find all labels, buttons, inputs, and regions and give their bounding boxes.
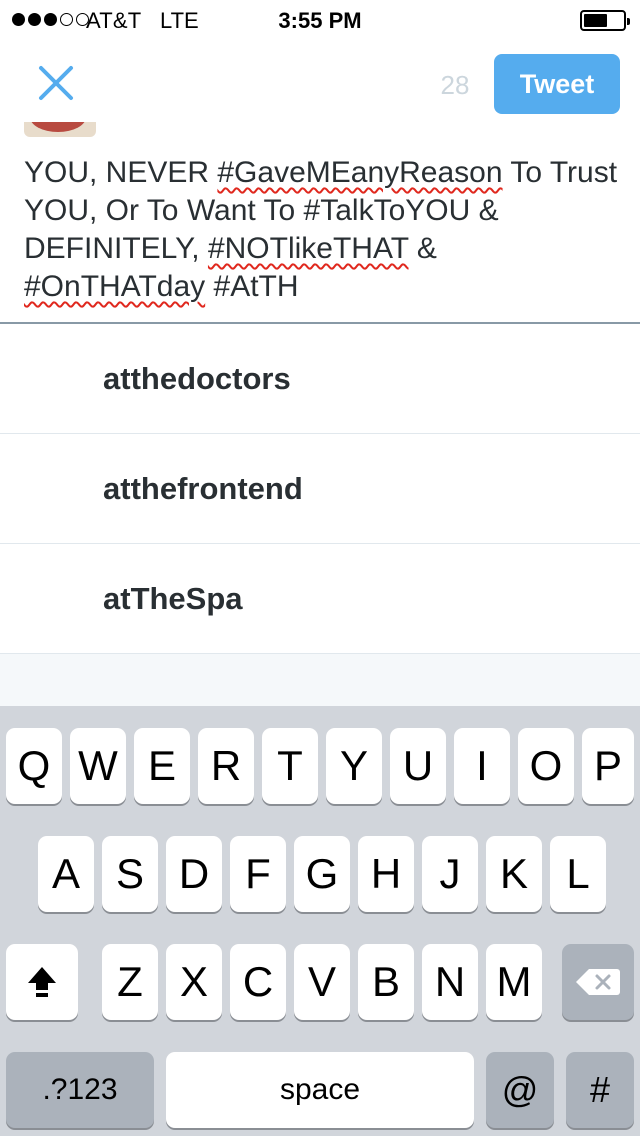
key-n[interactable]: N <box>422 944 478 1020</box>
suggestion-list-footer <box>0 654 640 706</box>
suggestion-item[interactable]: atthedoctors <box>0 324 640 434</box>
key-g[interactable]: G <box>294 836 350 912</box>
key-q[interactable]: Q <box>6 728 62 804</box>
hash-key[interactable]: # <box>566 1052 634 1128</box>
tweet-text-segment: #AtTH <box>205 270 299 303</box>
key-z[interactable]: Z <box>102 944 158 1020</box>
key-o[interactable]: O <box>518 728 574 804</box>
key-m[interactable]: M <box>486 944 542 1020</box>
key-u[interactable]: U <box>390 728 446 804</box>
key-r[interactable]: R <box>198 728 254 804</box>
tweet-button[interactable]: Tweet <box>494 54 620 114</box>
key-y[interactable]: Y <box>326 728 382 804</box>
misspelled-text: #GaveMEanyReason <box>217 156 503 189</box>
key-d[interactable]: D <box>166 836 222 912</box>
avatar <box>24 122 96 137</box>
shift-icon <box>28 967 56 997</box>
space-key[interactable]: space <box>166 1052 474 1128</box>
suggestion-item[interactable]: atTheSpa <box>0 544 640 654</box>
key-f[interactable]: F <box>230 836 286 912</box>
misspelled-text: #OnTHATday <box>24 270 206 303</box>
key-x[interactable]: X <box>166 944 222 1020</box>
delete-icon <box>576 969 620 995</box>
clock: 3:55 PM <box>278 8 362 33</box>
key-p[interactable]: P <box>582 728 634 804</box>
close-icon <box>39 66 73 100</box>
delete-key[interactable] <box>562 944 634 1020</box>
key-a[interactable]: A <box>38 836 94 912</box>
key-c[interactable]: C <box>230 944 286 1020</box>
key-j[interactable]: J <box>422 836 478 912</box>
key-l[interactable]: L <box>550 836 606 912</box>
shift-key[interactable] <box>6 944 78 1020</box>
tweet-text-segment: & <box>408 232 437 265</box>
key-e[interactable]: E <box>134 728 190 804</box>
tweet-text-segment: YOU, NEVER <box>24 156 218 189</box>
numbers-key[interactable]: .?123 <box>6 1052 154 1128</box>
keyboard: Q W E R T Y U I O P A S D F G H J K L Z … <box>0 706 640 1136</box>
key-i[interactable]: I <box>454 728 510 804</box>
tweet-text-input[interactable]: YOU, NEVER #GaveMEanyReason To Trust YOU… <box>24 154 624 306</box>
key-k[interactable]: K <box>486 836 542 912</box>
battery-icon <box>580 10 630 31</box>
at-key[interactable]: @ <box>486 1052 554 1128</box>
key-b[interactable]: B <box>358 944 414 1020</box>
close-button[interactable] <box>30 60 82 108</box>
key-v[interactable]: V <box>294 944 350 1020</box>
key-w[interactable]: W <box>70 728 126 804</box>
key-t[interactable]: T <box>262 728 318 804</box>
character-counter: 28 <box>440 70 470 100</box>
suggestion-item[interactable]: atthefrontend <box>0 434 640 544</box>
status-bar: AT&T LTE 3:55 PM <box>0 0 640 40</box>
key-s[interactable]: S <box>102 836 158 912</box>
key-h[interactable]: H <box>358 836 414 912</box>
hashtag-suggestion-list: atthedoctors atthefrontend atTheSpa <box>0 324 640 654</box>
compose-header: 28 Tweet <box>0 40 640 128</box>
misspelled-text: #NOTlikeTHAT <box>207 232 409 265</box>
